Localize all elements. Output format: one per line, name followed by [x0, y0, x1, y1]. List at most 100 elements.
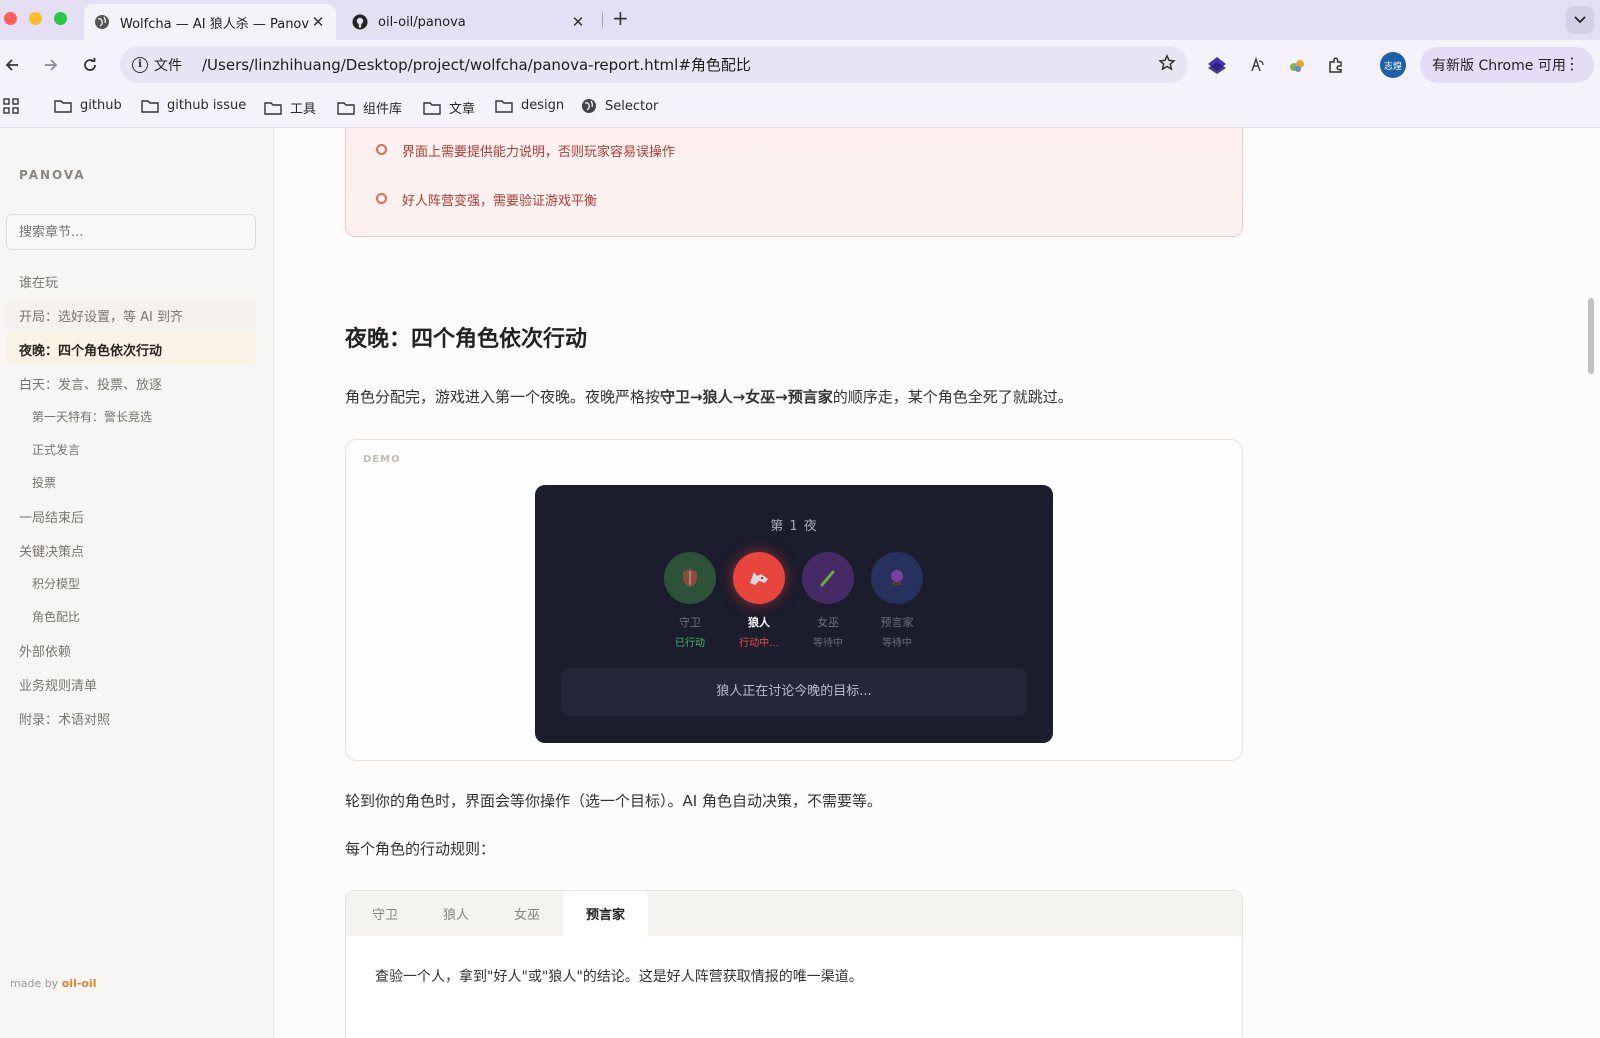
- toc-item-night[interactable]: 夜晚：四个角色依次行动: [6, 332, 256, 366]
- bookmark-label: 文章: [449, 102, 476, 117]
- url-text[interactable]: /Users/linzhihuang/Desktop/project/wolfc…: [202, 54, 751, 75]
- page-scrollbar[interactable]: [1588, 298, 1594, 374]
- bookmark-articles[interactable]: 文章: [423, 98, 475, 117]
- intro-text: 的顺序走，某个角色全死了就跳过。: [832, 388, 1073, 406]
- warning-item: 界面上需要提供能力说明，否则玩家容易误操作: [375, 141, 675, 160]
- shield-icon: [664, 552, 716, 604]
- tab-werewolf[interactable]: 狼人: [429, 891, 483, 936]
- tab-close-icon[interactable]: ✕: [570, 13, 586, 31]
- role-status: 已行动: [675, 638, 705, 649]
- role-name: 狼人: [748, 616, 770, 629]
- toc-item-speech[interactable]: 正式发言: [6, 433, 256, 466]
- toc-item-dependencies[interactable]: 外部依赖: [6, 633, 256, 667]
- night-title: 第 1 夜: [770, 519, 818, 534]
- info-icon[interactable]: i: [132, 56, 148, 73]
- tab-title: oil-oil/panova: [378, 14, 466, 30]
- role-witch: 女巫 等待中: [796, 552, 860, 649]
- tab-witch[interactable]: 女巫: [500, 891, 554, 936]
- bookmark-star-icon[interactable]: [1158, 53, 1176, 76]
- tab-guard[interactable]: 守卫: [358, 891, 412, 936]
- bookmark-components[interactable]: 组件库: [337, 98, 402, 117]
- bookmark-design[interactable]: design: [495, 98, 564, 113]
- folder-icon: [54, 99, 72, 113]
- role-status: 等待中: [813, 638, 843, 649]
- file-scheme-chip[interactable]: 文件: [154, 55, 192, 75]
- toc-item-setup[interactable]: 开局：选好设置，等 AI 到齐: [6, 298, 256, 332]
- intro-paragraph: 角色分配完，游戏进入第一个夜晚。夜晚严格按守卫→狼人→女巫→预言家的顺序走，某个…: [345, 386, 1073, 407]
- toc-item-who-plays[interactable]: 谁在玩: [6, 264, 256, 298]
- folder-icon: [264, 101, 282, 115]
- toc-item-day[interactable]: 白天：发言、投票、放逐: [6, 366, 256, 400]
- toc-item-business-rules[interactable]: 业务规则清单: [6, 667, 256, 701]
- profile-avatar[interactable]: 志煌: [1380, 52, 1406, 78]
- bookmark-label: Selector: [605, 98, 659, 114]
- chrome-update-button[interactable]: 有新版 Chrome 可用 ⋮: [1420, 47, 1594, 83]
- folder-icon: [423, 101, 441, 115]
- night-panel: 第 1 夜 守卫 已行动 狼人 行动中... 女巫 等待中 预言家 等待中 狼人…: [535, 485, 1053, 743]
- github-icon: [352, 14, 368, 30]
- brand-title: PANOVA: [19, 168, 86, 182]
- window-zoom-button[interactable]: [54, 12, 67, 25]
- paragraph: 每个角色的行动规则：: [345, 840, 496, 858]
- tab-seer[interactable]: 预言家: [563, 891, 648, 936]
- bookmark-label: github: [80, 98, 122, 113]
- back-arrow-icon[interactable]: [0, 53, 24, 77]
- demo-label: DEMO: [363, 454, 401, 465]
- author-link[interactable]: oil-oil: [62, 977, 97, 990]
- report-content: 界面上需要提供能力说明，否则玩家容易误操作 好人阵营变强，需要验证游戏平衡 夜晚…: [275, 128, 1600, 1038]
- extension-translate-icon[interactable]: [1246, 54, 1268, 76]
- more-menu-icon[interactable]: ⋮: [1564, 55, 1580, 73]
- bookmark-selector[interactable]: Selector: [581, 98, 658, 114]
- made-by-prefix: made by: [10, 977, 62, 990]
- window-close-button[interactable]: [4, 12, 17, 25]
- tab-close-icon[interactable]: ✕: [310, 13, 326, 31]
- folder-icon: [141, 99, 159, 113]
- toc-item-vote[interactable]: 投票: [6, 466, 256, 499]
- role-status: 行动中...: [739, 638, 779, 649]
- new-tab-icon[interactable]: +: [612, 6, 629, 30]
- role-guard: 守卫 已行动: [658, 552, 722, 649]
- intro-text: 角色分配完，游戏进入第一个夜晚。夜晚严格按: [345, 388, 661, 406]
- toc-item-score-model[interactable]: 积分模型: [6, 567, 256, 600]
- role-name: 守卫: [679, 616, 701, 629]
- browser-tab-github[interactable]: oil-oil/panova ✕: [342, 4, 596, 40]
- role-name: 女巫: [817, 616, 839, 629]
- browser-toolbar: i 文件 /Users/linzhihuang/Desktop/project/…: [0, 40, 1600, 90]
- apps-grid-icon[interactable]: [3, 98, 19, 114]
- browser-tab-wolfcha[interactable]: Wolfcha — AI 狼人杀 — Panova ✕: [84, 4, 336, 40]
- window-minimize-button[interactable]: [29, 12, 42, 25]
- browser-tab-strip: Wolfcha — AI 狼人杀 — Panova ✕ oil-oil/pano…: [0, 0, 1600, 40]
- address-bar[interactable]: i 文件 /Users/linzhihuang/Desktop/project/…: [120, 46, 1188, 83]
- toc-sidebar: PANOVA 谁在玩 开局：选好设置，等 AI 到齐 夜晚：四个角色依次行动 白…: [0, 128, 274, 1038]
- tab-title: Wolfcha — AI 狼人杀 — Panova: [120, 16, 310, 32]
- extension-puzzle-color-icon[interactable]: [1286, 54, 1308, 76]
- role-rules-tabs: 守卫 狼人 女巫 预言家 查验一个人，拿到"好人"或"狼人"的结论。这是好人阵营…: [345, 890, 1243, 1038]
- toc-item-sheriff[interactable]: 第一天特有：警长竞选: [6, 400, 256, 433]
- paragraph: 轮到你的角色时，界面会等你操作（选一个目标）。AI 角色自动决策，不需要等。: [345, 792, 882, 810]
- toc-item-role-ratio[interactable]: 角色配比: [6, 600, 256, 633]
- toc-item-key-decisions[interactable]: 关键决策点: [6, 533, 256, 567]
- toc-item-glossary[interactable]: 附录：术语对照: [6, 701, 256, 735]
- bookmark-tools[interactable]: 工具: [264, 98, 316, 117]
- update-label: 有新版 Chrome 可用: [1432, 58, 1566, 74]
- globe-icon: [581, 98, 597, 114]
- tab-separator: [602, 12, 603, 28]
- bookmark-label: 工具: [290, 102, 317, 117]
- bookmark-github-issue[interactable]: github issue: [141, 98, 246, 113]
- role-werewolf: 狼人 行动中...: [727, 552, 791, 649]
- extensions-puzzle-icon[interactable]: [1325, 54, 1347, 76]
- role-tab-list: 守卫 狼人 女巫 预言家: [346, 891, 1242, 936]
- tab-panel-text: 查验一个人，拿到"好人"或"狼人"的结论。这是好人阵营获取情报的唯一渠道。: [375, 969, 863, 985]
- tab-search-button[interactable]: [1566, 6, 1594, 34]
- toc-item-after-game[interactable]: 一局结束后: [6, 499, 256, 533]
- forward-arrow-icon[interactable]: [39, 53, 63, 77]
- section-title: 夜晚：四个角色依次行动: [345, 327, 588, 352]
- bookmarks-bar: github github issue 工具 组件库 文章 design Sel…: [0, 90, 1600, 128]
- bookmark-github[interactable]: github: [54, 98, 122, 113]
- chapter-search-input[interactable]: [6, 214, 256, 250]
- extension-layers-icon[interactable]: [1206, 54, 1228, 76]
- chevron-down-icon: [1574, 16, 1586, 24]
- role-status: 等待中: [882, 638, 912, 649]
- night-status-message: 狼人正在讨论今晚的目标...: [561, 668, 1027, 716]
- reload-icon[interactable]: [78, 53, 102, 77]
